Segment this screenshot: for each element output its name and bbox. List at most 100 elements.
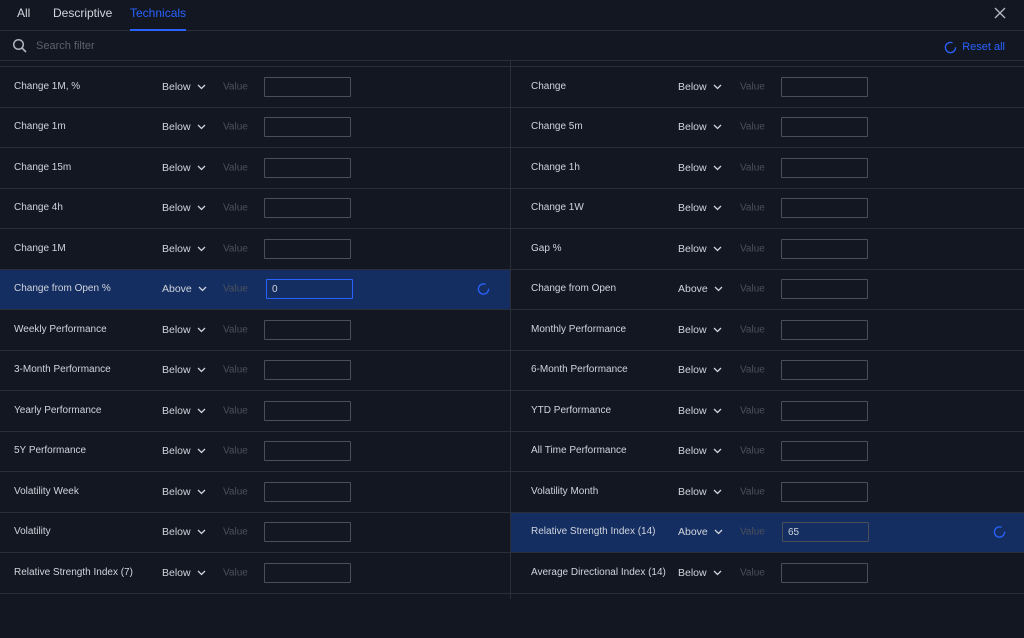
search-input[interactable] <box>36 37 436 55</box>
value-input[interactable] <box>781 400 868 421</box>
operator-label: Below <box>162 526 191 539</box>
value-input[interactable] <box>264 562 351 583</box>
value-input[interactable] <box>264 360 351 381</box>
operator-dropdown[interactable]: Below <box>678 81 722 93</box>
filter-row: Change 1m Below Value <box>0 108 510 148</box>
chevron-down-icon <box>713 165 722 171</box>
value-input[interactable] <box>264 117 351 138</box>
filter-row: Average Directional Index (14) Below Value <box>511 553 1024 594</box>
operator-label: Below <box>162 242 191 255</box>
value-input[interactable] <box>781 279 868 300</box>
filter-row: Change 1M, % Below Value <box>0 67 510 108</box>
filter-row: Change 15m Below Value <box>0 148 510 189</box>
value-input[interactable] <box>264 481 351 502</box>
value-label: Value <box>223 324 248 336</box>
value-input[interactable] <box>264 400 351 421</box>
filter-label: Relative Strength Index (14) <box>531 526 656 538</box>
operator-dropdown[interactable]: Below <box>162 567 206 579</box>
value-input[interactable] <box>264 157 351 178</box>
operator-dropdown[interactable]: Below <box>162 405 206 417</box>
value-input[interactable] <box>781 562 868 583</box>
value-input[interactable] <box>266 279 353 300</box>
value-input[interactable] <box>781 198 868 219</box>
operator-dropdown[interactable]: Below <box>162 526 206 538</box>
operator-label: Below <box>162 445 191 458</box>
value-input[interactable] <box>781 157 868 178</box>
operator-dropdown[interactable]: Below <box>162 445 206 457</box>
filter-row: Monthly Performance Below Value <box>511 310 1024 351</box>
tab-descriptive[interactable]: Descriptive <box>53 0 112 31</box>
operator-dropdown[interactable]: Below <box>162 202 206 214</box>
value-input[interactable] <box>781 441 868 462</box>
value-label: Value <box>223 364 248 376</box>
chevron-down-icon <box>714 529 723 535</box>
value-input[interactable] <box>264 76 351 97</box>
value-input[interactable] <box>264 319 351 340</box>
operator-dropdown[interactable]: Below <box>678 162 722 174</box>
chevron-down-icon <box>713 84 722 90</box>
chevron-down-icon <box>197 124 206 130</box>
operator-label: Below <box>678 242 707 255</box>
operator-dropdown[interactable]: Below <box>162 243 206 255</box>
value-input[interactable] <box>781 360 868 381</box>
filter-row: Change 4h Below Value <box>0 189 510 229</box>
value-input[interactable] <box>781 117 868 138</box>
operator-dropdown[interactable]: Below <box>678 364 722 376</box>
value-label: Value <box>223 445 248 457</box>
operator-dropdown[interactable]: Below <box>162 324 206 336</box>
operator-dropdown[interactable]: Above <box>678 526 723 538</box>
value-input[interactable] <box>781 319 868 340</box>
value-input[interactable] <box>781 481 868 502</box>
filter-label: Monthly Performance <box>531 323 627 335</box>
filter-label: Volatility Month <box>531 485 599 497</box>
operator-dropdown[interactable]: Below <box>162 364 206 376</box>
operator-dropdown[interactable]: Below <box>678 324 722 336</box>
operator-dropdown[interactable]: Below <box>678 445 722 457</box>
operator-dropdown[interactable]: Below <box>678 486 722 498</box>
value-label: Value <box>740 405 765 417</box>
operator-dropdown[interactable]: Above <box>678 283 723 295</box>
value-input[interactable] <box>781 76 868 97</box>
operator-dropdown[interactable]: Below <box>162 162 206 174</box>
operator-dropdown[interactable]: Below <box>162 121 206 133</box>
close-icon[interactable] <box>992 5 1008 21</box>
operator-label: Above <box>678 526 708 539</box>
reset-filter-icon[interactable] <box>993 526 1006 539</box>
value-label: Value <box>740 81 765 93</box>
chevron-down-icon <box>713 327 722 333</box>
operator-label: Below <box>678 323 707 336</box>
operator-dropdown[interactable]: Below <box>678 567 722 579</box>
operator-dropdown[interactable]: Below <box>162 81 206 93</box>
chevron-down-icon <box>713 124 722 130</box>
filter-row: Change Below Value <box>511 67 1024 108</box>
filter-label: Relative Strength Index (7) <box>14 566 133 578</box>
operator-dropdown[interactable]: Below <box>162 486 206 498</box>
operator-label: Below <box>162 323 191 336</box>
filter-label: Volatility <box>14 526 51 538</box>
operator-dropdown[interactable]: Above <box>162 283 207 295</box>
value-input[interactable] <box>264 441 351 462</box>
value-input[interactable] <box>264 238 351 259</box>
value-input[interactable] <box>782 522 869 543</box>
operator-label: Below <box>162 566 191 579</box>
operator-dropdown[interactable]: Below <box>678 121 722 133</box>
tab-all[interactable]: All <box>17 0 30 31</box>
value-label: Value <box>223 202 248 214</box>
reset-all-button[interactable]: Reset all <box>944 39 1005 55</box>
operator-dropdown[interactable]: Below <box>678 405 722 417</box>
reset-filter-icon[interactable] <box>477 283 490 296</box>
filter-label: YTD Performance <box>531 404 612 416</box>
operator-dropdown[interactable]: Below <box>678 243 722 255</box>
tab-technicals[interactable]: Technicals <box>130 0 187 31</box>
chevron-down-icon <box>713 408 722 414</box>
value-input[interactable] <box>264 522 351 543</box>
value-input[interactable] <box>264 198 351 219</box>
operator-label: Below <box>162 485 191 498</box>
operator-label: Below <box>678 364 707 377</box>
filter-row: Change from Open Above Value <box>511 270 1024 310</box>
operator-dropdown[interactable]: Below <box>678 202 722 214</box>
chevron-down-icon <box>197 367 206 373</box>
value-label: Value <box>223 81 248 93</box>
value-input[interactable] <box>781 238 868 259</box>
filter-label: Change from Open <box>531 283 617 295</box>
